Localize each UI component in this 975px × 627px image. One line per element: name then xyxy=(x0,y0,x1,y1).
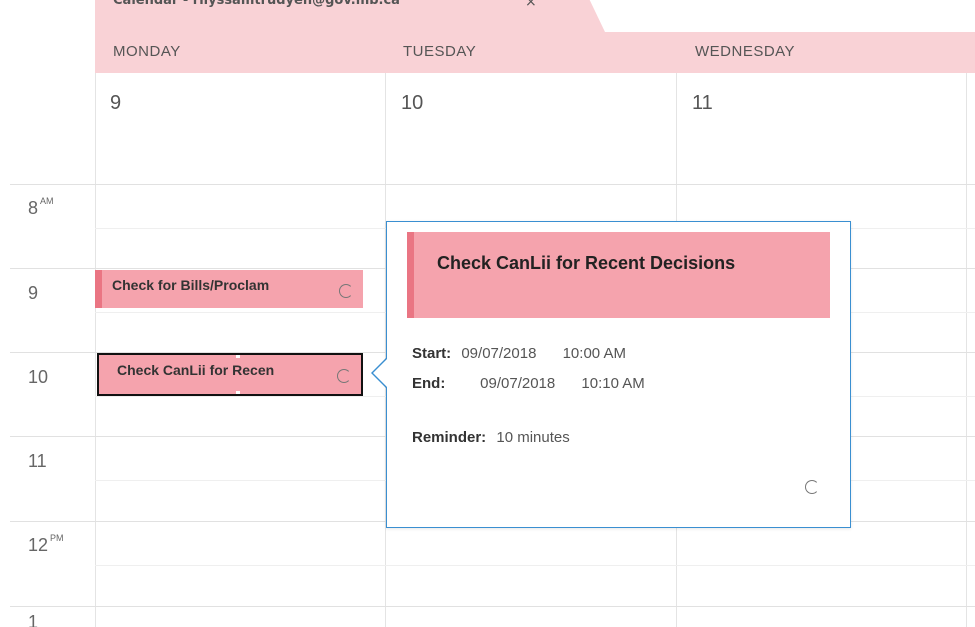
calendar-tab-label: Calendar - rilyssamtrudyen@gov.mb.ca xyxy=(113,0,400,8)
half-hour-gridline xyxy=(95,565,975,566)
event-title: Check for Bills/Proclam xyxy=(112,277,270,293)
start-date: 09/07/2018 xyxy=(461,345,537,362)
day-number-monday[interactable]: 9 xyxy=(110,92,121,115)
reminder-label: Reminder: xyxy=(412,429,487,446)
column-divider xyxy=(95,73,96,627)
peek-title: Check CanLii for Recent Decisions xyxy=(437,253,736,273)
day-header-monday[interactable]: MONDAY xyxy=(113,43,181,60)
start-label: Start: xyxy=(412,345,452,362)
hour-label-1: 1 xyxy=(28,612,39,627)
hour-gridline xyxy=(10,606,975,607)
recurring-icon xyxy=(339,284,353,298)
peek-end-row: End: 09/07/2018 10:10 AM xyxy=(412,375,645,392)
day-header-strip xyxy=(95,32,975,73)
day-header-tuesday[interactable]: TUESDAY xyxy=(403,43,476,60)
hour-label-9: 9 xyxy=(28,283,39,303)
resize-handle-top[interactable] xyxy=(236,355,240,358)
hour-gridline xyxy=(10,184,975,185)
hour-label-8am: 8 AM xyxy=(28,196,54,218)
peek-header[interactable]: Check CanLii for Recent Decisions xyxy=(407,232,830,318)
end-date: 09/07/2018 xyxy=(480,375,556,392)
day-number-wednesday[interactable]: 11 xyxy=(692,92,713,115)
event-color-bar xyxy=(407,232,414,318)
peek-pointer-fill xyxy=(373,358,388,388)
event-title: Check CanLii for Recen xyxy=(117,362,275,378)
day-header-wednesday[interactable]: WEDNESDAY xyxy=(695,43,795,60)
close-icon[interactable]: × xyxy=(525,0,537,10)
recurring-icon xyxy=(805,480,819,494)
end-label: End: xyxy=(412,375,446,392)
event-color-bar xyxy=(95,270,102,308)
calendar-tab[interactable]: Calendar - rilyssamtrudyen@gov.mb.ca × xyxy=(95,0,605,32)
event-check-canlii[interactable]: Check CanLii for Recen xyxy=(97,353,363,396)
day-number-tuesday[interactable]: 10 xyxy=(401,92,423,115)
hour-label-10: 10 xyxy=(28,367,49,387)
peek-start-row: Start: 09/07/2018 10:00 AM xyxy=(412,345,626,362)
peek-reminder-row: Reminder: 10 minutes xyxy=(412,429,570,446)
recurring-icon xyxy=(337,369,351,383)
resize-handle-bottom[interactable] xyxy=(236,391,240,394)
reminder-value: 10 minutes xyxy=(496,429,570,446)
event-check-bills[interactable]: Check for Bills/Proclam xyxy=(95,270,363,308)
hour-label-12pm: 12 PM xyxy=(28,533,64,555)
column-divider xyxy=(966,73,967,627)
start-time: 10:00 AM xyxy=(562,345,626,362)
end-time: 10:10 AM xyxy=(581,375,645,392)
hour-label-11: 11 xyxy=(28,451,47,471)
event-peek-card[interactable]: Check CanLii for Recent Decisions Start:… xyxy=(386,221,851,528)
